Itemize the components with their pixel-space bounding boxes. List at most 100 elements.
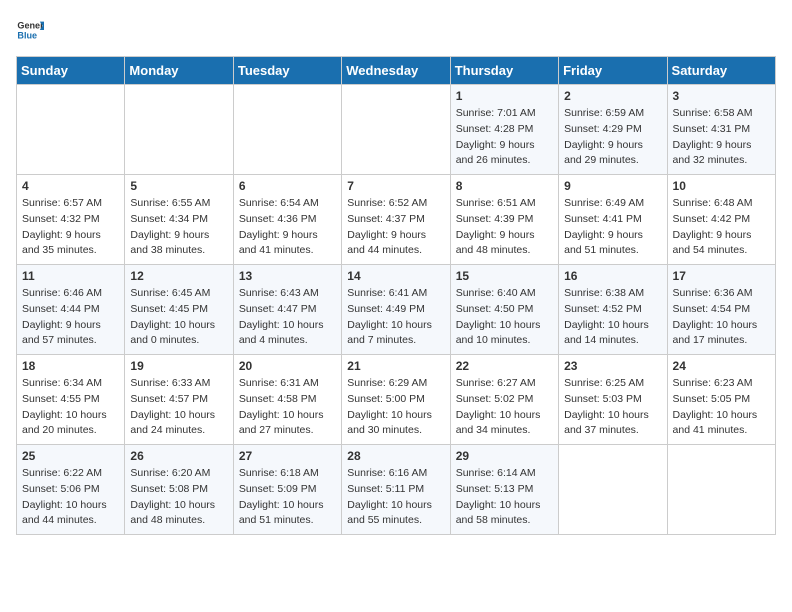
calendar-cell bbox=[667, 445, 775, 535]
day-info: Sunrise: 6:57 AMSunset: 4:32 PMDaylight:… bbox=[22, 196, 119, 259]
day-number: 8 bbox=[456, 179, 553, 193]
day-info: Sunrise: 6:45 AMSunset: 4:45 PMDaylight:… bbox=[130, 286, 227, 349]
calendar-cell: 22 Sunrise: 6:27 AMSunset: 5:02 PMDayligh… bbox=[450, 355, 558, 445]
calendar-cell: 28 Sunrise: 6:16 AMSunset: 5:11 PMDayligh… bbox=[342, 445, 450, 535]
day-info: Sunrise: 6:40 AMSunset: 4:50 PMDaylight:… bbox=[456, 286, 553, 349]
day-info: Sunrise: 6:16 AMSunset: 5:11 PMDaylight:… bbox=[347, 466, 444, 529]
day-info: Sunrise: 6:31 AMSunset: 4:58 PMDaylight:… bbox=[239, 376, 336, 439]
day-header-thursday: Thursday bbox=[450, 57, 558, 85]
day-number: 1 bbox=[456, 89, 553, 103]
calendar-cell: 26 Sunrise: 6:20 AMSunset: 5:08 PMDayligh… bbox=[125, 445, 233, 535]
day-info: Sunrise: 6:20 AMSunset: 5:08 PMDaylight:… bbox=[130, 466, 227, 529]
day-info: Sunrise: 6:36 AMSunset: 4:54 PMDaylight:… bbox=[673, 286, 770, 349]
day-info: Sunrise: 7:01 AMSunset: 4:28 PMDaylight:… bbox=[456, 106, 553, 169]
calendar-cell: 12 Sunrise: 6:45 AMSunset: 4:45 PMDayligh… bbox=[125, 265, 233, 355]
day-info: Sunrise: 6:14 AMSunset: 5:13 PMDaylight:… bbox=[456, 466, 553, 529]
day-number: 24 bbox=[673, 359, 770, 373]
day-number: 13 bbox=[239, 269, 336, 283]
day-info: Sunrise: 6:41 AMSunset: 4:49 PMDaylight:… bbox=[347, 286, 444, 349]
day-number: 26 bbox=[130, 449, 227, 463]
day-number: 29 bbox=[456, 449, 553, 463]
calendar-cell: 10 Sunrise: 6:48 AMSunset: 4:42 PMDayligh… bbox=[667, 175, 775, 265]
day-info: Sunrise: 6:33 AMSunset: 4:57 PMDaylight:… bbox=[130, 376, 227, 439]
calendar-cell: 29 Sunrise: 6:14 AMSunset: 5:13 PMDayligh… bbox=[450, 445, 558, 535]
day-info: Sunrise: 6:54 AMSunset: 4:36 PMDaylight:… bbox=[239, 196, 336, 259]
day-number: 12 bbox=[130, 269, 227, 283]
calendar-cell: 23Sunrise: 6:25 AMSunset: 5:03 PMDayligh… bbox=[559, 355, 667, 445]
calendar-cell bbox=[233, 85, 341, 175]
day-number: 23 bbox=[564, 359, 661, 373]
day-info: Sunrise: 6:58 AMSunset: 4:31 PMDaylight:… bbox=[673, 106, 770, 169]
day-info: Sunrise: 6:51 AMSunset: 4:39 PMDaylight:… bbox=[456, 196, 553, 259]
calendar-cell bbox=[17, 85, 125, 175]
calendar-cell bbox=[125, 85, 233, 175]
calendar-cell: 16Sunrise: 6:38 AMSunset: 4:52 PMDayligh… bbox=[559, 265, 667, 355]
day-number: 5 bbox=[130, 179, 227, 193]
day-info: Sunrise: 6:34 AMSunset: 4:55 PMDaylight:… bbox=[22, 376, 119, 439]
calendar-cell: 25 Sunrise: 6:22 AMSunset: 5:06 PMDayligh… bbox=[17, 445, 125, 535]
day-number: 9 bbox=[564, 179, 661, 193]
page-header: General Blue bbox=[16, 16, 776, 44]
day-header-friday: Friday bbox=[559, 57, 667, 85]
day-number: 4 bbox=[22, 179, 119, 193]
day-number: 25 bbox=[22, 449, 119, 463]
calendar-cell: 11 Sunrise: 6:46 AMSunset: 4:44 PMDayligh… bbox=[17, 265, 125, 355]
day-number: 6 bbox=[239, 179, 336, 193]
day-number: 28 bbox=[347, 449, 444, 463]
day-number: 18 bbox=[22, 359, 119, 373]
calendar-cell: 13 Sunrise: 6:43 AMSunset: 4:47 PMDayligh… bbox=[233, 265, 341, 355]
day-number: 7 bbox=[347, 179, 444, 193]
calendar-cell bbox=[559, 445, 667, 535]
calendar-cell: 18 Sunrise: 6:34 AMSunset: 4:55 PMDayligh… bbox=[17, 355, 125, 445]
day-header-tuesday: Tuesday bbox=[233, 57, 341, 85]
day-number: 22 bbox=[456, 359, 553, 373]
calendar-cell: 8 Sunrise: 6:51 AMSunset: 4:39 PMDaylight… bbox=[450, 175, 558, 265]
day-number: 14 bbox=[347, 269, 444, 283]
calendar-cell: 3 Sunrise: 6:58 AMSunset: 4:31 PMDaylight… bbox=[667, 85, 775, 175]
calendar-cell: 9 Sunrise: 6:49 AMSunset: 4:41 PMDaylight… bbox=[559, 175, 667, 265]
day-number: 21 bbox=[347, 359, 444, 373]
day-info: Sunrise: 6:23 AMSunset: 5:05 PMDaylight:… bbox=[673, 376, 770, 439]
day-info: Sunrise: 6:59 AMSunset: 4:29 PMDaylight:… bbox=[564, 106, 661, 169]
day-info: Sunrise: 6:29 AMSunset: 5:00 PMDaylight:… bbox=[347, 376, 444, 439]
calendar-cell: 14 Sunrise: 6:41 AMSunset: 4:49 PMDayligh… bbox=[342, 265, 450, 355]
logo: General Blue bbox=[16, 16, 44, 44]
day-number: 19 bbox=[130, 359, 227, 373]
day-header-saturday: Saturday bbox=[667, 57, 775, 85]
day-header-monday: Monday bbox=[125, 57, 233, 85]
day-number: 20 bbox=[239, 359, 336, 373]
calendar-cell bbox=[342, 85, 450, 175]
day-number: 2 bbox=[564, 89, 661, 103]
day-number: 15 bbox=[456, 269, 553, 283]
day-number: 17 bbox=[673, 269, 770, 283]
svg-text:Blue: Blue bbox=[17, 30, 37, 40]
day-number: 10 bbox=[673, 179, 770, 193]
calendar-week-row: 4 Sunrise: 6:57 AMSunset: 4:32 PMDaylight… bbox=[17, 175, 776, 265]
calendar-cell: 19 Sunrise: 6:33 AMSunset: 4:57 PMDayligh… bbox=[125, 355, 233, 445]
day-info: Sunrise: 6:43 AMSunset: 4:47 PMDaylight:… bbox=[239, 286, 336, 349]
day-info: Sunrise: 6:55 AMSunset: 4:34 PMDaylight:… bbox=[130, 196, 227, 259]
calendar-cell: 1 Sunrise: 7:01 AMSunset: 4:28 PMDaylight… bbox=[450, 85, 558, 175]
day-info: Sunrise: 6:49 AMSunset: 4:41 PMDaylight:… bbox=[564, 196, 661, 259]
day-number: 27 bbox=[239, 449, 336, 463]
day-info: Sunrise: 6:22 AMSunset: 5:06 PMDaylight:… bbox=[22, 466, 119, 529]
day-info: Sunrise: 6:27 AMSunset: 5:02 PMDaylight:… bbox=[456, 376, 553, 439]
calendar-cell: 5 Sunrise: 6:55 AMSunset: 4:34 PMDaylight… bbox=[125, 175, 233, 265]
day-info: Sunrise: 6:46 AMSunset: 4:44 PMDaylight:… bbox=[22, 286, 119, 349]
calendar-week-row: 11 Sunrise: 6:46 AMSunset: 4:44 PMDayligh… bbox=[17, 265, 776, 355]
calendar-table: SundayMondayTuesdayWednesdayThursdayFrid… bbox=[16, 56, 776, 535]
logo-icon: General Blue bbox=[16, 16, 44, 44]
calendar-week-row: 18 Sunrise: 6:34 AMSunset: 4:55 PMDayligh… bbox=[17, 355, 776, 445]
calendar-cell: 2 Sunrise: 6:59 AMSunset: 4:29 PMDaylight… bbox=[559, 85, 667, 175]
calendar-cell: 17 Sunrise: 6:36 AMSunset: 4:54 PMDayligh… bbox=[667, 265, 775, 355]
calendar-cell: 6 Sunrise: 6:54 AMSunset: 4:36 PMDaylight… bbox=[233, 175, 341, 265]
calendar-cell: 24 Sunrise: 6:23 AMSunset: 5:05 PMDayligh… bbox=[667, 355, 775, 445]
day-number: 11 bbox=[22, 269, 119, 283]
day-number: 3 bbox=[673, 89, 770, 103]
calendar-week-row: 25 Sunrise: 6:22 AMSunset: 5:06 PMDayligh… bbox=[17, 445, 776, 535]
calendar-cell: 7Sunrise: 6:52 AMSunset: 4:37 PMDaylight… bbox=[342, 175, 450, 265]
svg-text:General: General bbox=[17, 21, 44, 31]
day-header-sunday: Sunday bbox=[17, 57, 125, 85]
day-info: Sunrise: 6:48 AMSunset: 4:42 PMDaylight:… bbox=[673, 196, 770, 259]
calendar-week-row: 1 Sunrise: 7:01 AMSunset: 4:28 PMDaylight… bbox=[17, 85, 776, 175]
